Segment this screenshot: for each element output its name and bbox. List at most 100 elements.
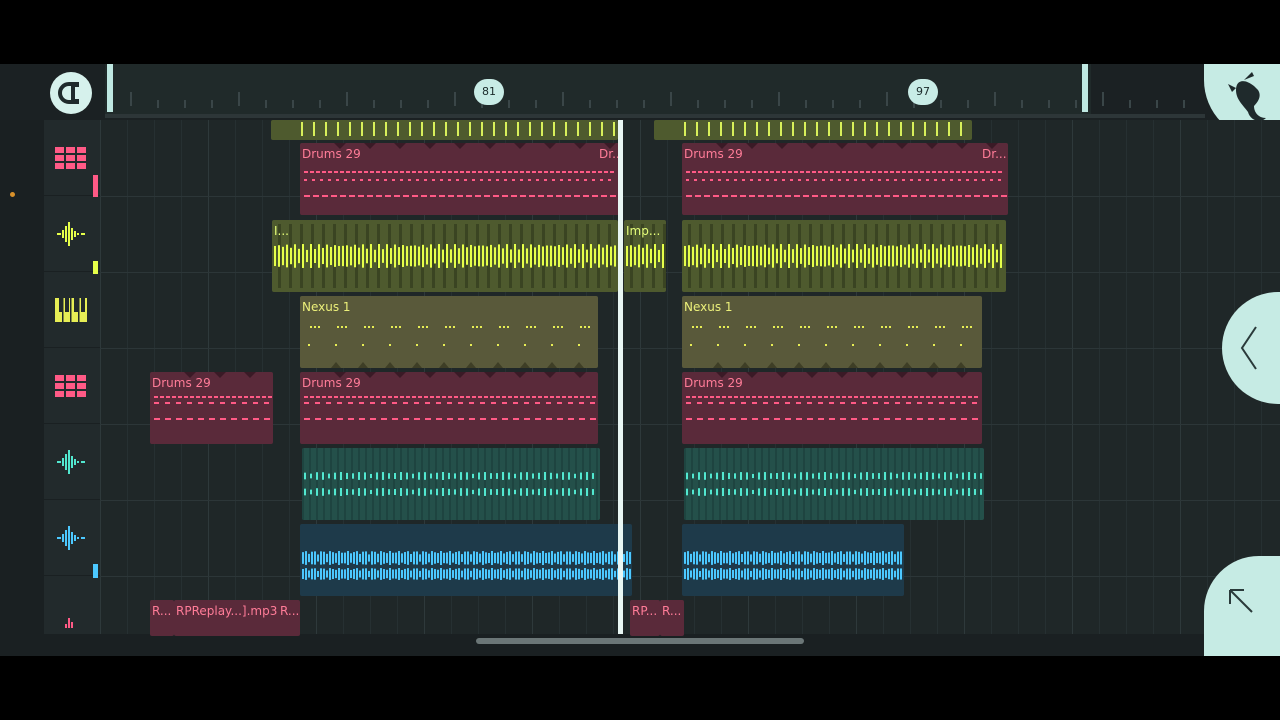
ruler-tick bbox=[778, 92, 780, 106]
ruler-tick bbox=[805, 100, 807, 108]
track-6-level bbox=[93, 564, 98, 578]
clip-drums-29[interactable]: Drums 29 bbox=[150, 372, 273, 444]
ruler-tick bbox=[859, 100, 861, 108]
clip-label: RP... bbox=[632, 604, 658, 618]
ruler-tick bbox=[508, 100, 510, 108]
ruler-tick bbox=[1156, 100, 1158, 108]
audio-waveform-icon bbox=[65, 618, 73, 628]
track-header-1[interactable] bbox=[44, 120, 100, 196]
clip-drums-29[interactable]: Drums 29 bbox=[300, 372, 598, 444]
clip-label: RPReplay...].mp3 bbox=[176, 604, 278, 618]
ruler-tick bbox=[157, 100, 159, 108]
track-header-6[interactable] bbox=[44, 500, 100, 576]
status-dot bbox=[10, 192, 15, 197]
clip-label: Dr... bbox=[599, 147, 620, 161]
clip-nexus-1[interactable]: Nexus 1 bbox=[682, 296, 982, 368]
grid-line bbox=[640, 120, 641, 634]
clip-drums-29[interactable]: Drums 29 Dr... bbox=[682, 143, 1008, 215]
grid-line bbox=[1018, 120, 1019, 634]
clip-label: Drums 29 bbox=[684, 147, 743, 161]
clip-rpreplay[interactable]: R... bbox=[150, 600, 174, 636]
arrow-up-left-icon bbox=[1229, 589, 1253, 613]
ruler-tick bbox=[589, 100, 591, 108]
loop-end-handle[interactable] bbox=[1082, 64, 1088, 112]
clip-nexus-1[interactable]: Nexus 1 bbox=[300, 296, 598, 368]
clip-audio-blue[interactable] bbox=[300, 524, 632, 596]
snap-magnet-button[interactable] bbox=[50, 72, 92, 114]
drum-pads-icon bbox=[55, 375, 86, 397]
ruler-tick bbox=[643, 100, 645, 108]
clip-label: Drums 29 bbox=[152, 376, 211, 390]
grid-line bbox=[1126, 120, 1127, 634]
ruler-tick bbox=[319, 100, 321, 108]
clip-label: Dr... bbox=[982, 147, 1007, 161]
ruler-tick bbox=[751, 100, 753, 108]
ruler-tick bbox=[1183, 100, 1185, 108]
horizontal-scrollbar[interactable] bbox=[476, 638, 804, 644]
clip-label: Nexus 1 bbox=[302, 300, 351, 314]
ruler-tick bbox=[1048, 100, 1050, 108]
grid-line bbox=[1180, 120, 1181, 634]
clip-label: Drums 29 bbox=[302, 376, 361, 390]
drum-pads-icon bbox=[55, 147, 86, 169]
clip-top-partial-2[interactable] bbox=[654, 120, 972, 140]
grid-line bbox=[100, 120, 101, 634]
ruler-tick bbox=[346, 92, 348, 106]
clip-label: Drums 29 bbox=[302, 147, 361, 161]
ruler-tick bbox=[994, 92, 996, 106]
bar-marker-81[interactable]: 81 bbox=[474, 79, 504, 105]
track-header-5[interactable] bbox=[44, 424, 100, 500]
ruler-tick bbox=[967, 100, 969, 108]
track-header-column bbox=[44, 120, 100, 652]
playlist-window: 81 97 Drums 29 Dr. Drums 29 Dr... I... I… bbox=[0, 64, 1280, 656]
clip-impact-audio[interactable]: I... bbox=[272, 220, 618, 292]
loop-start-handle[interactable] bbox=[107, 64, 113, 112]
ruler-tick bbox=[697, 100, 699, 108]
grid-line bbox=[1072, 120, 1073, 634]
timeline-ruler[interactable]: 81 97 bbox=[0, 64, 1280, 120]
ruler-tick bbox=[238, 92, 240, 106]
clip-rpreplay[interactable]: RP... bbox=[630, 600, 660, 636]
clip-audio-teal[interactable] bbox=[302, 448, 600, 520]
track-header-4[interactable] bbox=[44, 348, 100, 424]
clip-audio-teal[interactable] bbox=[684, 448, 984, 520]
clip-label: I... bbox=[274, 224, 289, 238]
chevron-left-icon bbox=[1240, 326, 1257, 370]
ruler-loop-region[interactable] bbox=[105, 64, 1091, 114]
ruler-tick bbox=[373, 100, 375, 108]
ruler-tick bbox=[1021, 100, 1023, 108]
grid-line bbox=[1207, 120, 1208, 634]
clip-label: Drums 29 bbox=[684, 376, 743, 390]
ruler-tick bbox=[670, 92, 672, 106]
track-header-3[interactable] bbox=[44, 272, 100, 348]
clip-drums-29[interactable]: Drums 29 Dr... bbox=[300, 143, 620, 215]
ruler-tick bbox=[400, 100, 402, 108]
ruler-tick bbox=[1075, 100, 1077, 108]
ruler-tick bbox=[535, 100, 537, 108]
ruler-tick bbox=[724, 100, 726, 108]
ruler-tick bbox=[1129, 100, 1131, 108]
track-header-2[interactable] bbox=[44, 196, 100, 272]
ruler-tick bbox=[616, 100, 618, 108]
clip-label: R... bbox=[280, 604, 300, 618]
track-header-7[interactable] bbox=[44, 576, 100, 652]
playhead[interactable] bbox=[618, 120, 623, 634]
clip-label: Imp... bbox=[626, 224, 661, 238]
clip-rpreplay[interactable]: R... bbox=[660, 600, 684, 636]
grid-line bbox=[289, 120, 290, 634]
clip-impact-audio[interactable]: Imp... bbox=[624, 220, 666, 292]
clip-top-partial-1[interactable] bbox=[271, 120, 618, 140]
clip-audio-blue[interactable] bbox=[682, 524, 904, 596]
ruler-tick bbox=[940, 100, 942, 108]
bar-marker-97[interactable]: 97 bbox=[908, 79, 938, 105]
clip-audio-lime[interactable] bbox=[682, 220, 1006, 292]
audio-waveform-icon bbox=[57, 222, 85, 246]
track-2-level bbox=[93, 261, 98, 274]
track-1-level bbox=[93, 175, 98, 197]
ruler-tick bbox=[454, 92, 456, 106]
ruler-tick bbox=[292, 100, 294, 108]
clip-drums-29[interactable]: Drums 29 bbox=[682, 372, 982, 444]
audio-waveform-icon bbox=[57, 526, 85, 550]
grid-line bbox=[1099, 120, 1100, 634]
clip-rpreplay-mp3[interactable]: RPReplay...].mp3 R... bbox=[174, 600, 300, 636]
